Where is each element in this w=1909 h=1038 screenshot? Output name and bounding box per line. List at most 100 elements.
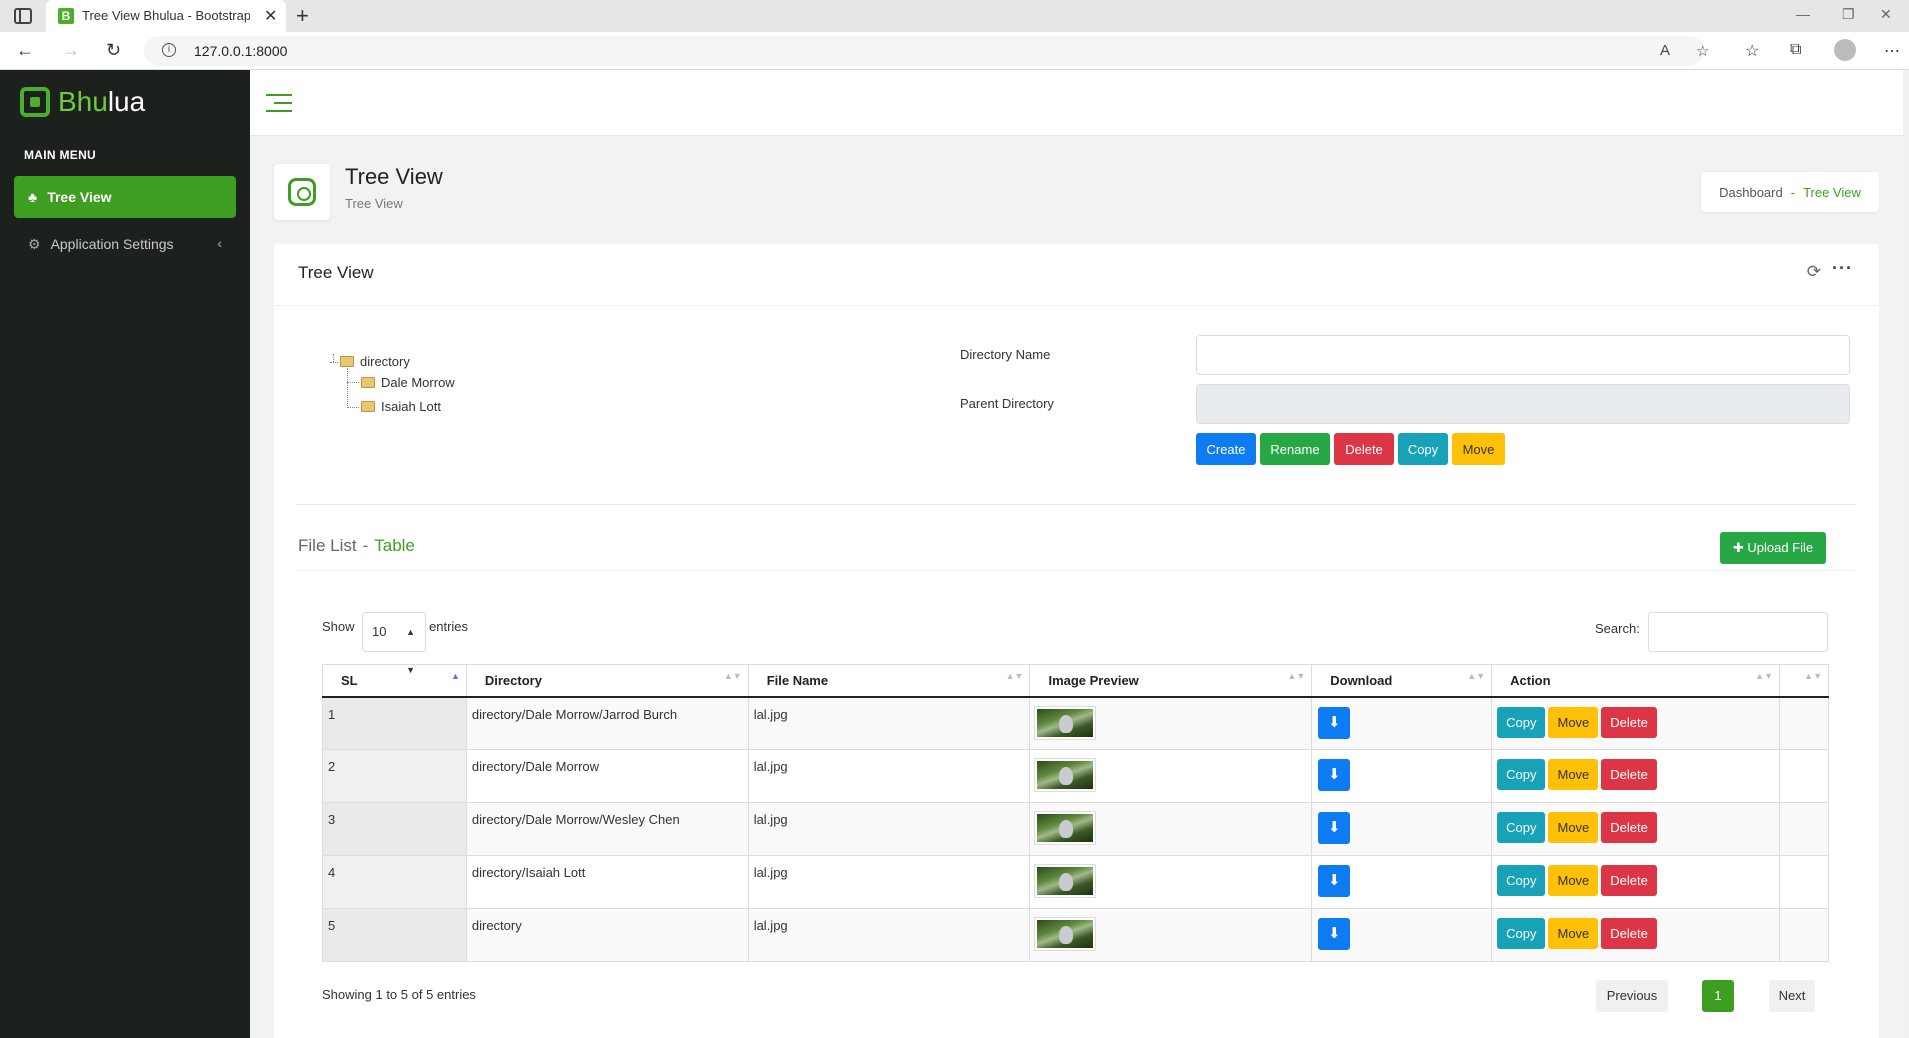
- menu-toggle-icon[interactable]: [266, 94, 294, 112]
- row-copy-button[interactable]: Copy: [1497, 759, 1546, 790]
- favorites-icon[interactable]: ☆: [1745, 41, 1759, 61]
- image-thumbnail[interactable]: [1034, 864, 1097, 898]
- upload-file-label: Upload File: [1747, 540, 1814, 555]
- cell-extra: [1779, 749, 1829, 803]
- refresh-icon[interactable]: ⟳: [1807, 262, 1821, 282]
- entries-label: entries: [429, 619, 469, 634]
- cell-sl: 4: [322, 855, 467, 909]
- puzzle-icon: [288, 178, 316, 206]
- row-copy-button[interactable]: Copy: [1497, 812, 1546, 843]
- add-favorite-icon[interactable]: ☆: [1696, 42, 1709, 60]
- search-input[interactable]: [1648, 612, 1828, 652]
- brand-name-part1: Bhu: [58, 86, 108, 117]
- folder-icon: [361, 377, 375, 388]
- download-icon[interactable]: ⬇: [1318, 865, 1351, 897]
- sort-icon: ▲▼: [1467, 671, 1486, 681]
- back-icon[interactable]: ←: [16, 40, 34, 61]
- image-thumbnail[interactable]: [1034, 758, 1097, 792]
- row-move-button[interactable]: Move: [1548, 918, 1599, 949]
- row-delete-button[interactable]: Delete: [1601, 812, 1657, 843]
- profile-avatar[interactable]: [1834, 39, 1856, 61]
- pagination-next[interactable]: Next: [1769, 980, 1815, 1012]
- image-thumbnail[interactable]: [1034, 811, 1097, 845]
- directory-name-input[interactable]: [1196, 335, 1850, 375]
- breadcrumb-current: Tree View: [1803, 184, 1861, 200]
- column-header[interactable]: File Name ▲▼: [747, 664, 1031, 698]
- reload-icon[interactable]: ↻: [106, 40, 121, 61]
- page-scrollbar[interactable]: [1903, 70, 1909, 1038]
- delete-button[interactable]: Delete: [1334, 433, 1394, 465]
- row-copy-button[interactable]: Copy: [1497, 706, 1546, 738]
- image-thumbnail[interactable]: [1034, 705, 1097, 740]
- table-info: Showing 1 to 5 of 5 entries: [322, 987, 476, 1002]
- gear-icon: ⚙: [28, 235, 41, 252]
- cell-download: ⬇: [1311, 696, 1493, 750]
- breadcrumb-dashboard[interactable]: Dashboard: [1719, 185, 1783, 200]
- rename-button[interactable]: Rename: [1260, 433, 1330, 465]
- brand-logo[interactable]: Bhulua: [20, 86, 145, 118]
- row-move-button[interactable]: Move: [1548, 865, 1599, 896]
- tab-actions-icon[interactable]: [14, 8, 32, 24]
- minimize-icon[interactable]: —: [1796, 6, 1810, 22]
- tab-close-icon[interactable]: ✕: [264, 6, 277, 26]
- page-size-select[interactable]: 10 ▲ ▼: [362, 612, 426, 675]
- row-delete-button[interactable]: Delete: [1601, 865, 1657, 896]
- cell-file-name: lal.jpg: [747, 855, 1031, 909]
- tree-node-child[interactable]: Dale Morrow: [361, 375, 455, 390]
- download-icon[interactable]: ⬇: [1318, 812, 1351, 844]
- row-move-button[interactable]: Move: [1548, 759, 1599, 790]
- restore-icon[interactable]: ❐: [1842, 6, 1855, 23]
- window-close-icon[interactable]: ✕: [1880, 6, 1892, 23]
- cell-extra: [1779, 802, 1829, 856]
- column-header[interactable]: SL ▲: [322, 664, 467, 698]
- title-separator: -: [362, 536, 369, 555]
- download-icon[interactable]: ⬇: [1318, 706, 1351, 739]
- collections-icon[interactable]: ⧉: [1790, 41, 1801, 59]
- sidebar-item-tree-view[interactable]: ♣ Tree View: [14, 176, 236, 218]
- file-list-title: File List - Table: [298, 536, 415, 556]
- row-move-button[interactable]: Move: [1548, 706, 1599, 738]
- upload-file-button[interactable]: ✚ Upload File: [1720, 532, 1826, 564]
- url-box[interactable]: i 127.0.0.1:8000 A ☆: [144, 36, 1709, 66]
- url-text: 127.0.0.1:8000: [194, 43, 288, 59]
- row-delete-button[interactable]: Delete: [1601, 759, 1657, 790]
- tab-title: Tree View Bhulua - Bootstrap 4 A: [82, 8, 250, 23]
- column-header-extra[interactable]: ▲▼: [1779, 664, 1829, 698]
- cell-sl: 5: [322, 908, 467, 962]
- new-tab-icon[interactable]: +: [296, 3, 309, 29]
- download-icon[interactable]: ⬇: [1318, 759, 1351, 791]
- file-list-subtitle: Table: [374, 536, 415, 555]
- cell-file-name: lal.jpg: [747, 749, 1031, 803]
- read-aloud-icon[interactable]: A: [1660, 42, 1670, 59]
- row-copy-button[interactable]: Copy: [1497, 918, 1546, 949]
- browser-tab[interactable]: B Tree View Bhulua - Bootstrap 4 A ✕: [46, 0, 286, 32]
- sidebar-item-application-settings[interactable]: ⚙ Application Settings ‹: [14, 226, 236, 262]
- tree-node-child[interactable]: Isaiah Lott: [361, 399, 441, 414]
- tree-node-root[interactable]: directory: [340, 354, 410, 369]
- cell-directory: directory: [465, 908, 749, 962]
- image-thumbnail[interactable]: [1034, 917, 1097, 951]
- download-icon[interactable]: ⬇: [1318, 918, 1351, 950]
- row-move-button[interactable]: Move: [1548, 812, 1599, 843]
- more-options-icon[interactable]: ···: [1832, 258, 1853, 279]
- cell-file-name: lal.jpg: [747, 696, 1031, 750]
- row-copy-button[interactable]: Copy: [1497, 865, 1546, 896]
- row-delete-button[interactable]: Delete: [1601, 918, 1657, 949]
- directory-name-label: Directory Name: [960, 347, 1051, 362]
- create-button[interactable]: Create: [1196, 433, 1256, 465]
- row-delete-button[interactable]: Delete: [1601, 706, 1657, 738]
- cell-extra: [1779, 855, 1829, 909]
- column-header[interactable]: Directory ▲▼: [465, 664, 749, 698]
- column-header[interactable]: Action ▲▼: [1491, 664, 1780, 698]
- copy-button[interactable]: Copy: [1398, 433, 1448, 465]
- tree-icon: ♣: [28, 189, 38, 205]
- move-button[interactable]: Move: [1452, 433, 1505, 465]
- pagination-previous[interactable]: Previous: [1596, 980, 1668, 1012]
- settings-more-icon[interactable]: ⋯: [1884, 41, 1900, 61]
- column-header[interactable]: Image Preview ▲▼: [1029, 664, 1313, 698]
- column-header[interactable]: Download ▲▼: [1311, 664, 1493, 698]
- site-info-icon[interactable]: i: [162, 43, 176, 57]
- pagination-page-1[interactable]: 1: [1702, 980, 1734, 1012]
- tree-line: [347, 407, 359, 408]
- forward-icon[interactable]: →: [62, 40, 80, 61]
